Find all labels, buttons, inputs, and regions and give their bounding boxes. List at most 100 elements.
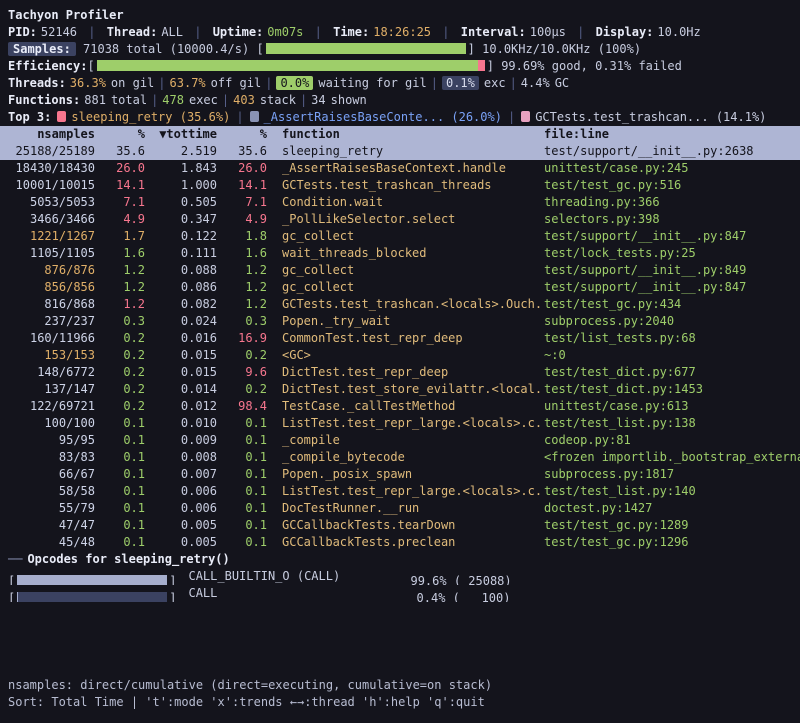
table-row[interactable]: 160/11966 0.2 0.016 16.9 CommonTest.test…	[0, 330, 800, 347]
thread-stat: 0.1%exc|	[442, 76, 521, 90]
empty-space	[0, 602, 800, 677]
row-tottime: 0.012	[145, 398, 217, 415]
opcode-bar	[17, 592, 167, 602]
bar-bracket-left: [	[8, 574, 15, 585]
functions-stats: 881total|478exec|403stack|34shown	[84, 93, 375, 107]
row-tottime: 0.015	[145, 364, 217, 381]
row-file-line: test/test_list.py:138	[544, 415, 800, 432]
pid-value: 52146	[41, 25, 77, 39]
row-nsamples: 5053/5053	[8, 194, 95, 211]
top-function-name: GCTests.test_trashcan... (14.1%)	[535, 110, 766, 124]
row-nsamples: 83/83	[8, 449, 95, 466]
table-row[interactable]: 100/100 0.1 0.010 0.1 ListTest.test_repr…	[0, 415, 800, 432]
table-row[interactable]: 816/868 1.2 0.082 1.2 GCTests.test_trash…	[0, 296, 800, 313]
table-row[interactable]: 10001/10015 14.1 1.000 14.1 GCTests.test…	[0, 177, 800, 194]
efficiency-summary: 99.69% good, 0.31% failed	[501, 59, 682, 73]
row-file-line: test/support/__init__.py:847	[544, 228, 800, 245]
row-tottime: 0.010	[145, 415, 217, 432]
row-pct-cumulative: 0.2	[217, 381, 267, 398]
row-pct-direct: 0.1	[95, 483, 145, 500]
table-row[interactable]: 45/48 0.1 0.005 0.1 GCCallbackTests.prec…	[0, 534, 800, 551]
col-function[interactable]: function	[282, 126, 544, 143]
row-tottime: 1.000	[145, 177, 217, 194]
row-nsamples: 137/147	[8, 381, 95, 398]
row-file-line: subprocess.py:2040	[544, 313, 800, 330]
table-row[interactable]: 47/47 0.1 0.005 0.1 GCCallbackTests.tear…	[0, 517, 800, 534]
row-function: ListTest.test_repr_large.<locals>.c...	[282, 415, 544, 432]
separator: |	[300, 93, 307, 107]
top-function[interactable]: sleeping_retry (35.6%)|	[55, 110, 247, 124]
row-tottime: 0.009	[145, 432, 217, 449]
col-pct-direct[interactable]: %	[95, 126, 145, 143]
table-row[interactable]: 137/147 0.2 0.014 0.2 DictTest.test_stor…	[0, 381, 800, 398]
row-tottime: 0.122	[145, 228, 217, 245]
thread-stat: 0.0%waiting for gil|	[276, 76, 442, 90]
row-pct-cumulative: 98.4	[217, 398, 267, 415]
thread-stat-text: off gil	[211, 76, 262, 90]
row-function: GCCallbackTests.tearDown	[282, 517, 544, 534]
row-function: DictTest.test_repr_deep	[282, 364, 544, 381]
table-row[interactable]: 148/6772 0.2 0.015 9.6 DictTest.test_rep…	[0, 364, 800, 381]
table-row[interactable]: 83/83 0.1 0.008 0.1 _compile_bytecode <f…	[0, 449, 800, 466]
row-tottime: 0.008	[145, 449, 217, 466]
table-row-selected[interactable]: 25188/25189 35.6 2.519 35.6 sleeping_ret…	[0, 143, 800, 160]
table-row[interactable]: 1105/1105 1.6 0.111 1.6 wait_threads_blo…	[0, 245, 800, 262]
row-file-line: test/support/__init__.py:847	[544, 279, 800, 296]
row-pct-direct: 0.1	[95, 449, 145, 466]
table-row[interactable]: 58/58 0.1 0.006 0.1 ListTest.test_repr_l…	[0, 483, 800, 500]
row-pct-direct: 35.6	[95, 143, 145, 160]
col-nsamples[interactable]: nsamples	[8, 126, 95, 143]
samples-total: 71038 total (10000.4/s)	[83, 42, 249, 56]
table-row[interactable]: 876/876 1.2 0.088 1.2 gc_collect test/su…	[0, 262, 800, 279]
row-nsamples: 856/856	[8, 279, 95, 296]
row-pct-cumulative: 0.1	[217, 483, 267, 500]
nsamples-help-text: nsamples: direct/cumulative (direct=exec…	[8, 678, 492, 692]
function-stat: 881total|	[84, 93, 162, 107]
table-row[interactable]: 153/153 0.2 0.015 0.2 <GC> ~:0	[0, 347, 800, 364]
thread-value[interactable]: ALL	[161, 25, 183, 39]
row-file-line: <frozen importlib._bootstrap_externa	[544, 449, 800, 466]
separator: |	[236, 110, 243, 124]
top-function[interactable]: _AssertRaisesBaseConte... (26.0%)|	[248, 110, 520, 124]
table-row[interactable]: 237/237 0.3 0.024 0.3 Popen._try_wait su…	[0, 313, 800, 330]
table-row[interactable]: 3466/3466 4.9 0.347 4.9 _PollLikeSelecto…	[0, 211, 800, 228]
col-file-line[interactable]: file:line	[544, 126, 800, 143]
col-pct-cumulative[interactable]: %	[217, 126, 267, 143]
table-row[interactable]: 55/79 0.1 0.006 0.1 DocTestRunner.__run …	[0, 500, 800, 517]
thread-stat-text: on gil	[111, 76, 154, 90]
table-row[interactable]: 95/95 0.1 0.009 0.1 _compile codeop.py:8…	[0, 432, 800, 449]
thread-stat-value: 4.4%	[521, 76, 550, 90]
separator: |	[222, 93, 229, 107]
col-tottime-sorted[interactable]: ▼tottime	[145, 126, 217, 143]
table-row[interactable]: 18430/18430 26.0 1.843 26.0 _AssertRaise…	[0, 160, 800, 177]
separator: |	[265, 76, 272, 90]
separator: |	[510, 76, 517, 90]
row-tottime: 0.014	[145, 381, 217, 398]
table-row[interactable]: 122/69721 0.2 0.012 98.4 TestCase._callT…	[0, 398, 800, 415]
efficiency-bar-fill	[97, 60, 478, 71]
bar-bracket-left: [	[256, 42, 263, 56]
thread-stat-value: 63.7%	[170, 76, 206, 90]
row-function: <GC>	[282, 347, 544, 364]
row-tottime: 0.015	[145, 347, 217, 364]
bar-bracket-right: ]	[487, 59, 494, 73]
row-file-line: test/test_dict.py:677	[544, 364, 800, 381]
row-nsamples: 148/6772	[8, 364, 95, 381]
table-row[interactable]: 5053/5053 7.1 0.505 7.1 Condition.wait t…	[0, 194, 800, 211]
row-pct-direct: 1.2	[95, 262, 145, 279]
table-row[interactable]: 1221/1267 1.7 0.122 1.8 gc_collect test/…	[0, 228, 800, 245]
row-pct-cumulative: 0.1	[217, 449, 267, 466]
top-function[interactable]: GCTests.test_trashcan... (14.1%)	[519, 110, 776, 124]
keybinds-text: Sort: Total Time | 't':mode 'x':trends ←…	[8, 695, 485, 709]
row-function: gc_collect	[282, 262, 544, 279]
row-function: gc_collect	[282, 279, 544, 296]
row-function: Popen._posix_spawn	[282, 466, 544, 483]
efficiency-bar	[97, 60, 485, 71]
footer-keybinds-line: Sort: Total Time | 't':mode 'x':trends ←…	[0, 694, 800, 711]
functions-label: Functions:	[8, 93, 80, 107]
table-row[interactable]: 66/67 0.1 0.007 0.1 Popen._posix_spawn s…	[0, 466, 800, 483]
row-pct-direct: 0.2	[95, 347, 145, 364]
table-row[interactable]: 856/856 1.2 0.086 1.2 gc_collect test/su…	[0, 279, 800, 296]
row-tottime: 0.005	[145, 517, 217, 534]
efficiency-label: Efficiency:	[8, 59, 87, 73]
